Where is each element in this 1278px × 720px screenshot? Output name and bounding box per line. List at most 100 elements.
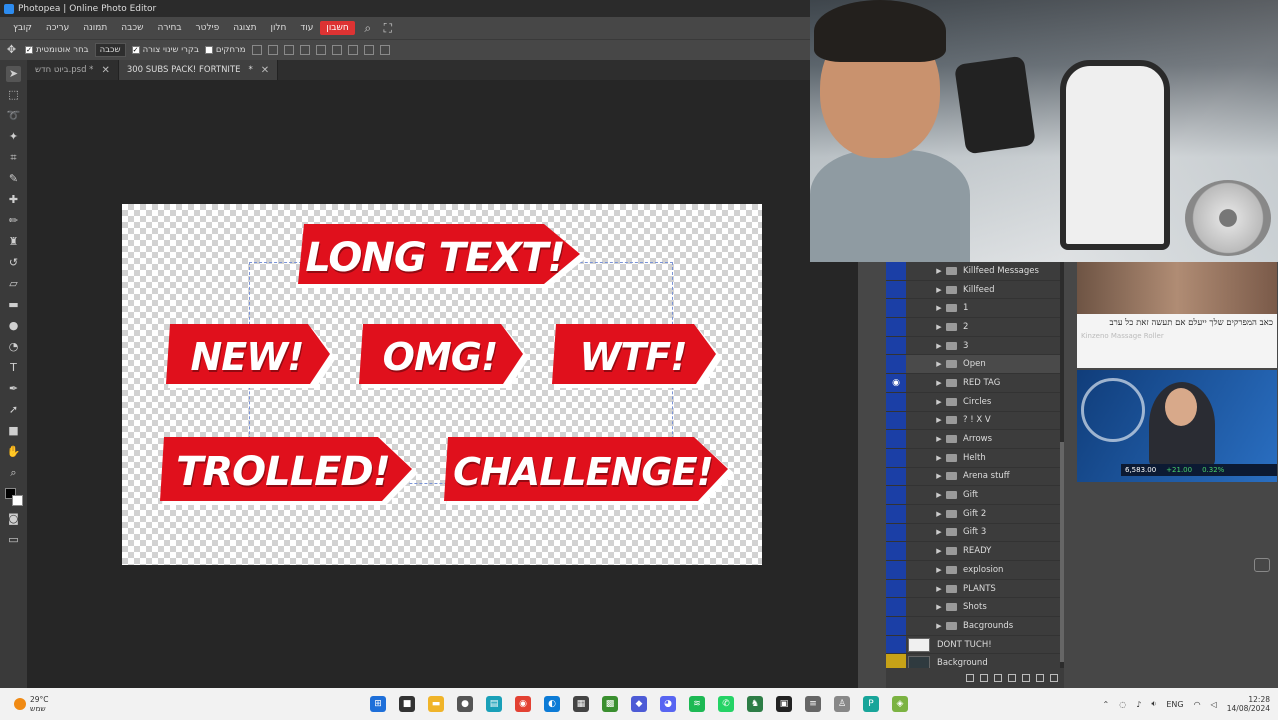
visibility-toggle[interactable] bbox=[886, 336, 906, 355]
visibility-toggle[interactable] bbox=[886, 430, 906, 448]
visibility-toggle[interactable] bbox=[886, 262, 906, 280]
adjustment-layer-icon[interactable] bbox=[1008, 674, 1016, 682]
expand-arrow-icon[interactable]: ▶ bbox=[932, 416, 946, 424]
healing-tool-icon[interactable]: ✚ bbox=[6, 192, 21, 208]
tag-challenge[interactable]: CHALLENGE! bbox=[444, 437, 736, 507]
canvas[interactable]: LONG TEXT! NEW! OMG! WTF! TROLLED! CHALL bbox=[122, 204, 762, 565]
eraser-tool-icon[interactable]: ▱ bbox=[6, 276, 21, 292]
transform-controls-checkbox[interactable]: ✓ בקרי שינוי צורה bbox=[131, 45, 199, 55]
discord-icon[interactable]: ◕ bbox=[660, 696, 676, 712]
expand-arrow-icon[interactable]: ▶ bbox=[932, 566, 946, 574]
tag-trolled[interactable]: TROLLED! bbox=[160, 437, 420, 507]
layer-row[interactable]: ▶ Gift 3 bbox=[886, 523, 1064, 543]
distances-checkbox[interactable]: מרחקים bbox=[204, 45, 246, 55]
fullscreen-icon[interactable]: ⛶ bbox=[381, 21, 395, 35]
grid-icon[interactable] bbox=[379, 45, 390, 55]
microphone-icon[interactable]: ♪ bbox=[1136, 700, 1141, 709]
expand-arrow-icon[interactable]: ▶ bbox=[932, 379, 946, 387]
expand-arrow-icon[interactable]: ▶ bbox=[932, 472, 946, 480]
link-layers-icon[interactable] bbox=[966, 674, 974, 682]
photopea-taskbar-icon[interactable]: P bbox=[863, 696, 879, 712]
app-icon[interactable]: ≡ bbox=[805, 696, 821, 712]
expand-arrow-icon[interactable]: ▶ bbox=[932, 323, 946, 331]
wifi-icon[interactable]: ◠ bbox=[1194, 700, 1201, 709]
app-icon[interactable]: ♙ bbox=[834, 696, 850, 712]
layer-row[interactable]: ▶ Arrows bbox=[886, 430, 1064, 449]
visibility-toggle[interactable] bbox=[886, 280, 906, 299]
app-icon[interactable]: ▤ bbox=[486, 696, 502, 712]
visibility-toggle[interactable] bbox=[886, 392, 906, 411]
pen-tool-icon[interactable]: ✒ bbox=[6, 381, 21, 397]
layer-row[interactable]: ▶ Gift 2 bbox=[886, 504, 1064, 524]
layer-row[interactable]: ▶ Arena stuff bbox=[886, 467, 1064, 487]
auto-select-checkbox[interactable]: ✓ בחר אוטומטית bbox=[25, 45, 89, 55]
weather-widget[interactable]: 29°C שמש bbox=[14, 695, 344, 713]
hand-tool-icon[interactable]: ✋ bbox=[6, 444, 21, 460]
search-icon[interactable]: ⌕ bbox=[361, 21, 375, 35]
menu-file[interactable]: קובץ bbox=[6, 23, 39, 33]
volume-icon[interactable]: 🔉︎ bbox=[1151, 699, 1156, 709]
visibility-toggle[interactable] bbox=[886, 504, 906, 523]
layer-row[interactable]: DONT TUCH! bbox=[886, 635, 1064, 655]
visibility-toggle[interactable] bbox=[886, 467, 906, 486]
visibility-toggle[interactable] bbox=[886, 617, 906, 635]
gradient-tool-icon[interactable]: ▬ bbox=[6, 297, 21, 313]
menu-more[interactable]: עוד bbox=[293, 23, 320, 33]
tag-omg[interactable]: OMG! bbox=[359, 324, 531, 390]
minecraft-icon[interactable]: ▩ bbox=[602, 696, 618, 712]
layer-row[interactable]: ▶ Shots bbox=[886, 598, 1064, 618]
app-icon[interactable]: ◈ bbox=[892, 696, 908, 712]
expand-arrow-icon[interactable]: ▶ bbox=[932, 528, 946, 536]
dodge-tool-icon[interactable]: ◔ bbox=[6, 339, 21, 355]
menu-window[interactable]: חלון bbox=[264, 23, 294, 33]
expand-arrow-icon[interactable]: ▶ bbox=[932, 286, 946, 294]
tag-wtf[interactable]: WTF! bbox=[552, 324, 724, 390]
layer-row[interactable]: ▶ Killfeed bbox=[886, 280, 1064, 300]
align-center-icon[interactable] bbox=[283, 45, 294, 55]
expand-arrow-icon[interactable]: ▶ bbox=[932, 435, 946, 443]
magic-wand-tool-icon[interactable]: ✦ bbox=[6, 129, 21, 145]
crop-tool-icon[interactable]: ⌗ bbox=[6, 150, 21, 166]
type-tool-icon[interactable]: T bbox=[6, 360, 21, 376]
layers-scrollbar[interactable] bbox=[1060, 262, 1064, 668]
spotify-icon[interactable]: ≋ bbox=[689, 696, 705, 712]
chrome-icon[interactable]: ◉ bbox=[515, 696, 531, 712]
tag-new[interactable]: NEW! bbox=[166, 324, 338, 390]
download-icon[interactable] bbox=[251, 45, 262, 55]
visibility-toggle[interactable] bbox=[886, 635, 906, 654]
layer-row[interactable]: ▶ 2 bbox=[886, 318, 1064, 337]
align-top-icon[interactable] bbox=[315, 45, 326, 55]
expand-arrow-icon[interactable]: ▶ bbox=[932, 510, 946, 518]
clock[interactable]: 12:28 14/08/2024 bbox=[1227, 695, 1270, 713]
layer-row[interactable]: ▶ ? ! X V bbox=[886, 411, 1064, 431]
layer-mask-icon[interactable] bbox=[994, 674, 1002, 682]
expand-arrow-icon[interactable]: ▶ bbox=[932, 304, 946, 312]
app-icon[interactable]: ■ bbox=[399, 696, 415, 712]
edge-icon[interactable]: ◐ bbox=[544, 696, 560, 712]
app-icon[interactable]: ♞ bbox=[747, 696, 763, 712]
menu-view[interactable]: תצוגה bbox=[226, 23, 263, 33]
layer-row[interactable]: ▶ 1 bbox=[886, 299, 1064, 319]
visibility-toggle[interactable] bbox=[886, 299, 906, 318]
expand-arrow-icon[interactable]: ▶ bbox=[932, 547, 946, 555]
advertisement-2[interactable]: 6,583.00 +21.00 0.32% bbox=[1077, 370, 1277, 482]
new-group-icon[interactable] bbox=[1022, 674, 1030, 682]
layer-row[interactable]: ▶ explosion bbox=[886, 561, 1064, 580]
speaker-icon[interactable]: ◁ bbox=[1211, 700, 1217, 709]
path-select-tool-icon[interactable]: ➚ bbox=[6, 402, 21, 418]
visibility-toggle[interactable] bbox=[886, 598, 906, 617]
visibility-toggle[interactable] bbox=[886, 318, 906, 336]
move-tool-icon[interactable]: ➤ bbox=[6, 66, 21, 82]
visibility-toggle[interactable] bbox=[886, 448, 906, 467]
layer-row[interactable]: ◉ ▶ RED TAG bbox=[886, 374, 1064, 393]
stamp-tool-icon[interactable]: ♜ bbox=[6, 234, 21, 250]
layer-row[interactable]: ▶ Open bbox=[886, 355, 1064, 375]
align-bottom-icon[interactable] bbox=[347, 45, 358, 55]
visibility-toggle[interactable] bbox=[886, 579, 906, 598]
menu-edit[interactable]: עריכה bbox=[39, 23, 76, 33]
layer-row[interactable]: Background bbox=[886, 654, 1064, 668]
delete-layer-icon[interactable] bbox=[1050, 674, 1058, 682]
history-brush-tool-icon[interactable]: ↺ bbox=[6, 255, 21, 271]
expand-arrow-icon[interactable]: ▶ bbox=[932, 360, 946, 368]
app-icon[interactable]: ▣ bbox=[776, 696, 792, 712]
